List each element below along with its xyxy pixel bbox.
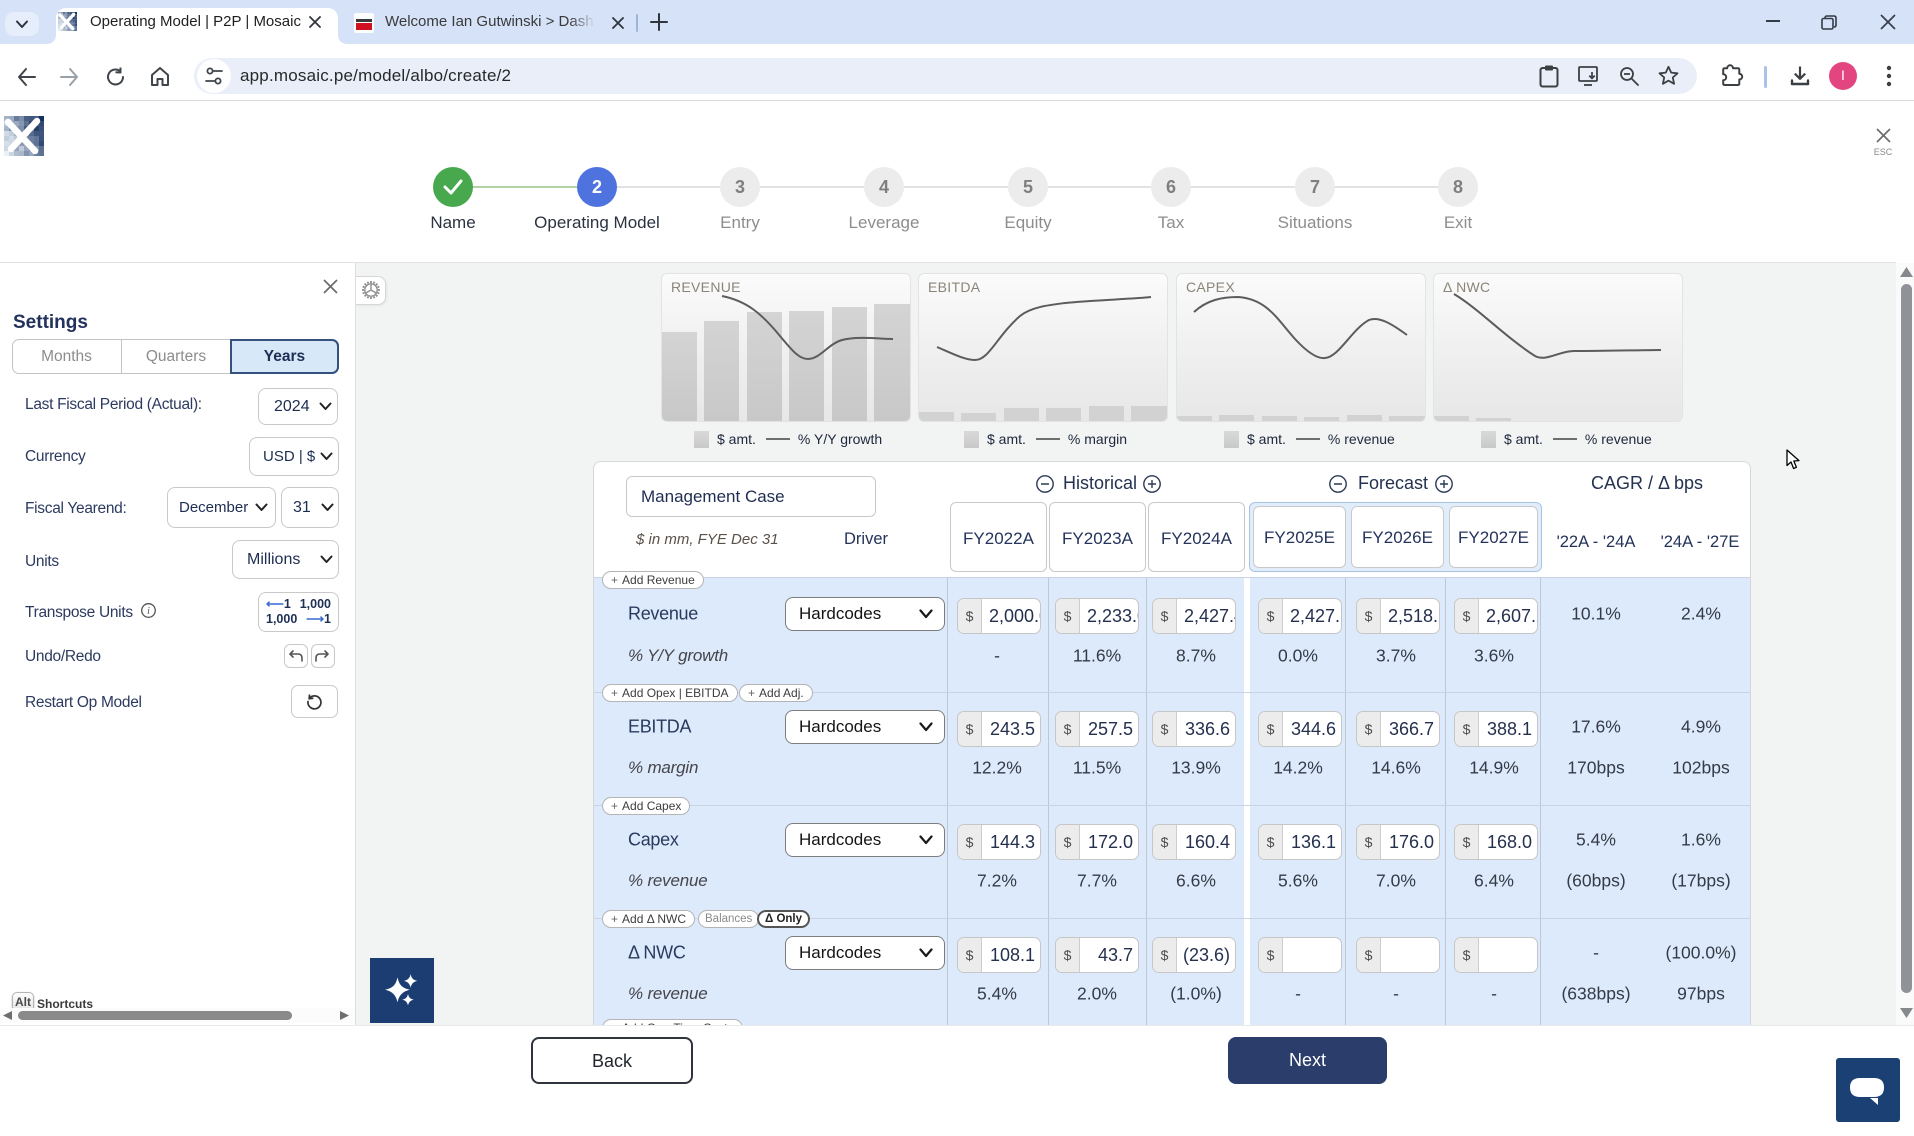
svg-text:i: i <box>147 606 150 617</box>
